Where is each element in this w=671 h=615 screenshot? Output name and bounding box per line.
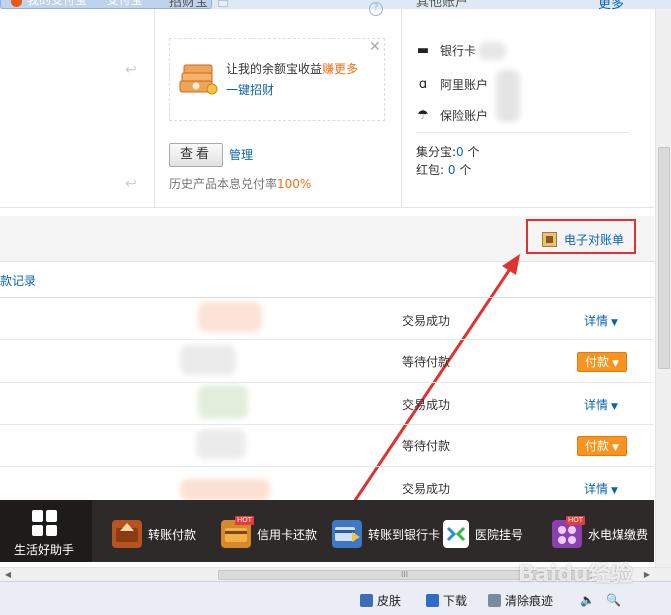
download-icon bbox=[426, 593, 439, 607]
scroll-left-icon[interactable]: ◀ bbox=[2, 569, 14, 581]
transfer-icon bbox=[112, 520, 142, 548]
trade-status: 等待付款 bbox=[402, 439, 451, 453]
volume-button[interactable]: 🔈 bbox=[580, 591, 595, 609]
blurred-amount bbox=[180, 479, 270, 501]
life-helper-label: 生活好助手 bbox=[14, 543, 75, 557]
clear-trace-button[interactable]: 清除痕迹 bbox=[488, 591, 553, 609]
blurred-amount bbox=[198, 385, 248, 419]
hot-badge: HOT bbox=[566, 516, 586, 525]
scroll-grip: III bbox=[401, 570, 409, 579]
pay-button[interactable]: 付款 ▼ bbox=[577, 436, 627, 456]
vertical-scroll-thumb[interactable] bbox=[658, 147, 670, 369]
hospital-icon bbox=[443, 520, 469, 548]
caret-down-icon: ▼ bbox=[612, 359, 619, 369]
search-icon: 🔍 bbox=[606, 593, 621, 607]
detail-link[interactable]: 详情 ▼ bbox=[584, 396, 618, 413]
blurred-amount bbox=[180, 345, 236, 375]
utilities-icon: HOT bbox=[552, 516, 586, 548]
helper-item-credit-card[interactable]: HOT 信用卡还款 bbox=[221, 516, 317, 550]
helper-item-transfer[interactable]: 转账付款 bbox=[112, 518, 196, 550]
zoom-button[interactable]: 🔍 bbox=[606, 591, 621, 609]
detail-link[interactable]: 详情 ▼ bbox=[584, 480, 618, 497]
download-button[interactable]: 下载 bbox=[426, 591, 467, 609]
caret-down-icon: ▼ bbox=[611, 318, 618, 328]
trade-status: 交易成功 bbox=[402, 314, 451, 328]
caret-down-icon: ▼ bbox=[611, 486, 618, 496]
vertical-scrollbar[interactable] bbox=[655, 9, 671, 567]
blurred-amount bbox=[196, 429, 246, 459]
baidu-watermark: Baidu经验 bbox=[518, 562, 633, 587]
helper-item-utilities[interactable]: HOT 水电煤缴费 bbox=[552, 516, 648, 550]
helper-item-bank-transfer[interactable]: 转账到银行卡 bbox=[332, 518, 440, 550]
table-row: 等待付款 付款 ▼ bbox=[0, 341, 654, 383]
trade-status: 交易成功 bbox=[402, 398, 451, 412]
blurred-amount bbox=[198, 302, 262, 332]
trade-status: 交易成功 bbox=[402, 482, 451, 496]
caret-down-icon: ▼ bbox=[611, 402, 618, 412]
trade-status: 等待付款 bbox=[402, 355, 451, 369]
life-helper-bar: 生活好助手 转账付款 HOT 信用卡还款 转账到银行卡 医院挂号 HOT 水电煤… bbox=[0, 500, 654, 562]
detail-link[interactable]: 详情 ▼ bbox=[584, 312, 618, 329]
table-row: 交易成功 详情 ▼ bbox=[0, 298, 654, 340]
caret-down-icon: ▼ bbox=[612, 443, 619, 453]
broom-icon bbox=[488, 593, 501, 607]
records-tab-link[interactable]: 款记录 bbox=[0, 272, 36, 289]
helper-item-hospital[interactable]: 医院挂号 bbox=[443, 518, 523, 550]
table-row: 等待付款 付款 ▼ bbox=[0, 425, 654, 467]
bank-transfer-icon bbox=[332, 520, 362, 548]
apps-grid-icon bbox=[32, 510, 58, 536]
table-row: 交易成功 详情 ▼ bbox=[0, 383, 654, 425]
volume-icon: 🔈 bbox=[580, 593, 595, 607]
hot-badge: HOT bbox=[235, 516, 255, 525]
pay-button[interactable]: 付款 ▼ bbox=[577, 352, 627, 372]
shirt-icon bbox=[360, 593, 373, 607]
scroll-right-icon[interactable]: ▶ bbox=[641, 569, 653, 581]
life-helper-home[interactable]: 生活好助手 bbox=[0, 500, 92, 562]
skin-button[interactable]: 皮肤 bbox=[360, 591, 401, 609]
credit-card-icon: HOT bbox=[221, 516, 255, 548]
